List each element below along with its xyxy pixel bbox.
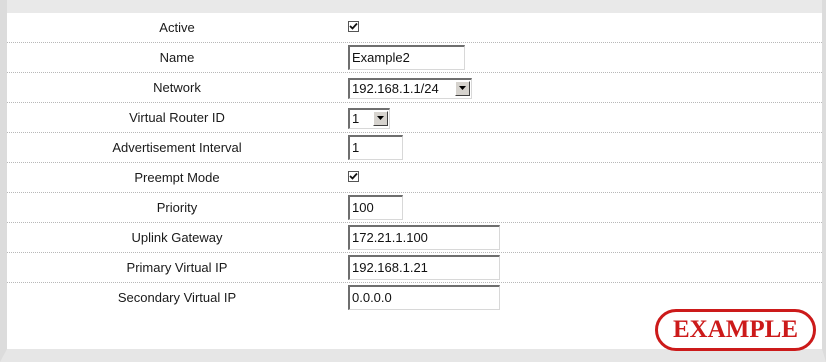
name-label: Name: [159, 50, 195, 65]
network-dropdown-button[interactable]: [455, 81, 470, 96]
primary-virtual-ip-label: Primary Virtual IP: [126, 260, 228, 275]
priority-label: Priority: [156, 200, 198, 215]
uplink-gateway-input[interactable]: 172.21.1.100: [348, 225, 500, 250]
secondary-virtual-ip-label: Secondary Virtual IP: [117, 290, 237, 305]
row-active: Active: [7, 13, 822, 43]
virtual-router-id-select[interactable]: 1: [348, 108, 390, 129]
chevron-down-icon: [377, 116, 384, 120]
virtual-router-id-label: Virtual Router ID: [129, 110, 225, 125]
row-network: Network 192.168.1.1/24: [7, 73, 822, 103]
preempt-mode-checkbox[interactable]: [348, 171, 359, 182]
advertisement-interval-label: Advertisement Interval: [112, 140, 242, 155]
checkmark-icon: [349, 22, 358, 30]
row-primary-virtual-ip: Primary Virtual IP 192.168.1.21: [7, 253, 822, 283]
uplink-gateway-label: Uplink Gateway: [131, 230, 223, 245]
row-advertisement-interval: Advertisement Interval 1: [7, 133, 822, 163]
row-uplink-gateway: Uplink Gateway 172.21.1.100: [7, 223, 822, 253]
active-checkbox[interactable]: [348, 21, 359, 32]
example-watermark-stamp: EXAMPLE: [655, 309, 816, 351]
virtual-router-id-selected-value: 1: [352, 111, 360, 126]
priority-input[interactable]: 100: [348, 195, 403, 220]
checkmark-icon: [349, 172, 358, 180]
vrrp-settings-form: Active Name Example2 Network 192.168.1.1…: [7, 13, 822, 313]
network-selected-value: 192.168.1.1/24: [352, 81, 439, 96]
secondary-virtual-ip-input[interactable]: 0.0.0.0: [348, 285, 500, 310]
panel-header-strip: [7, 0, 822, 13]
virtual-router-id-dropdown-button[interactable]: [373, 111, 388, 126]
network-label: Network: [153, 80, 201, 95]
row-virtual-router-id: Virtual Router ID 1: [7, 103, 822, 133]
row-priority: Priority 100: [7, 193, 822, 223]
row-name: Name Example2: [7, 43, 822, 73]
preempt-mode-label: Preempt Mode: [134, 170, 220, 185]
advertisement-interval-input[interactable]: 1: [348, 135, 403, 160]
row-preempt-mode: Preempt Mode: [7, 163, 822, 193]
primary-virtual-ip-input[interactable]: 192.168.1.21: [348, 255, 500, 280]
network-select[interactable]: 192.168.1.1/24: [348, 78, 472, 99]
active-label: Active: [159, 20, 195, 35]
name-input[interactable]: Example2: [348, 45, 465, 70]
chevron-down-icon: [459, 86, 466, 90]
